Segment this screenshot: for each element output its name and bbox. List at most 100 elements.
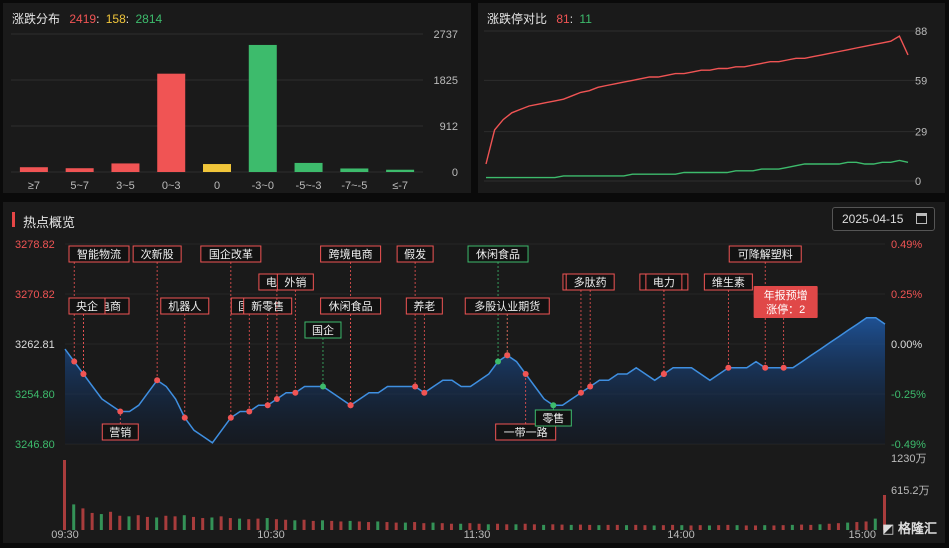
annotation-label: 次新股 (141, 247, 174, 261)
volume-bar (431, 522, 435, 530)
volume-bar (790, 524, 794, 530)
volume-bar (422, 523, 426, 530)
volume-bar (698, 525, 702, 530)
annotation-dot (577, 389, 584, 396)
volume-bar (588, 524, 592, 530)
annotation-dot (80, 371, 87, 378)
annotation-dot (181, 414, 188, 421)
y-right-tick-label: 0.25% (891, 289, 922, 301)
volume-bar (606, 524, 610, 530)
volume-bar (385, 522, 389, 530)
volume-bar (505, 524, 509, 530)
volume-bar (772, 525, 776, 530)
x-tick-label: 5~7 (70, 180, 89, 192)
annotation-dot (227, 414, 234, 421)
y-left-tick-label: 3246.80 (15, 439, 55, 451)
annotation-label: 营销 (109, 425, 131, 439)
annotation-label: 国企 (312, 323, 334, 337)
annotation-badge-count: 涨停：2 (766, 302, 805, 316)
annotation-label: 维生素 (712, 275, 745, 289)
date-text: 2025-04-15 (842, 212, 904, 226)
annotation-label: 国企改革 (209, 247, 253, 261)
volume-bar (836, 523, 840, 530)
volume-bar (210, 517, 214, 530)
y-tick-label: 59 (915, 75, 927, 87)
x-tick-label: -7~-5 (341, 180, 367, 192)
volume-bar (818, 524, 822, 530)
y-tick-label: 0 (915, 176, 921, 188)
flat-count: 158 (105, 12, 126, 26)
volume-bar (99, 514, 103, 530)
y-right-tick-label: 0.49% (891, 239, 922, 251)
volume-bar (449, 523, 453, 530)
calendar-icon[interactable] (916, 213, 927, 224)
annotation-label: 可降解塑料 (738, 247, 793, 261)
intraday-chart: 3278.82 0.49% 3270.82 0.25% 3262.81 0.00% 3254… (15, 239, 930, 541)
x-tick-label: 0 (214, 180, 220, 192)
volume-bar (109, 511, 113, 530)
volume-bar (744, 525, 748, 530)
bar (203, 164, 231, 172)
annotation-badge-label: 年报预增 (764, 288, 808, 302)
bar (294, 162, 323, 172)
volume-bar (302, 519, 306, 530)
volume-bar (63, 460, 66, 530)
volume-bar (717, 525, 721, 530)
y-right-tick-label: 0.00% (891, 339, 922, 351)
distribution-bar-chart: 2737 1825 912 0 ≥7 5~7 3~5 0~3 0 -3~0 -5~-3 -7~-5 ≤-… (11, 29, 458, 192)
hot-overview-panel: 热点概览 2025-04-15 3278.82 0.49% 3270.82 0.25%… (3, 202, 945, 543)
limit-ratio-line-chart: 88 59 29 0 (484, 26, 927, 188)
volume-bar (90, 512, 94, 530)
volume-bar (72, 504, 76, 530)
x-tick-label: -3~0 (252, 180, 274, 192)
volume-bar (311, 520, 315, 530)
volume-bar (523, 523, 527, 530)
annotation-label: 多股认业期货 (474, 299, 540, 313)
volume-bar (394, 522, 398, 530)
y-left-tick-label: 3278.82 (15, 239, 55, 251)
annotation-label: 休闲食品 (476, 247, 520, 261)
limit-ratio-title-text: 涨跌停对比 (487, 12, 548, 26)
volume-bar (136, 515, 140, 530)
volume-bar (597, 525, 601, 530)
volume-bar (569, 524, 573, 530)
volume-bar (735, 525, 739, 530)
volume-bar (219, 516, 223, 530)
x-tick-label: ≤-7 (392, 180, 408, 192)
annotation-dot (264, 402, 271, 409)
up-count: 2419 (69, 12, 97, 26)
annotation-dot (495, 358, 502, 365)
volume-bar (707, 525, 711, 530)
annotation-dot (780, 364, 787, 371)
annotation-label: 智能物流 (77, 247, 121, 261)
y-tick-label: 88 (915, 26, 927, 38)
annotation-dot (504, 352, 511, 359)
bar (19, 167, 48, 172)
volume-bar (238, 518, 242, 530)
x-tick-label: 09:30 (51, 529, 79, 541)
date-picker[interactable]: 2025-04-15 (832, 207, 935, 231)
volume-bar (661, 525, 665, 530)
bar (157, 73, 186, 172)
volume-bar (357, 521, 361, 530)
x-tick-label: 15:00 (848, 529, 876, 541)
annotation-dot (319, 383, 326, 390)
volume-bar (754, 525, 758, 530)
series-line (486, 159, 909, 179)
annotation-dot (550, 402, 557, 409)
annotation-dot (347, 402, 354, 409)
annotation-dot (154, 377, 161, 384)
volume-bar (81, 508, 85, 530)
annotation-label: 机器人 (168, 299, 201, 313)
volume-tick-label: 615.2万 (891, 485, 930, 497)
bar (111, 163, 140, 172)
x-tick-label: 14:00 (667, 529, 695, 541)
y-left-tick-label: 3254.80 (15, 389, 55, 401)
volume-tick-label: 1230万 (891, 453, 926, 465)
annotation-dot (522, 371, 529, 378)
volume-bar (763, 525, 767, 530)
x-tick-label: 10:30 (257, 529, 285, 541)
distribution-title: 涨跌分布 2419: 158: 2814 (12, 12, 163, 26)
volume-bar (625, 525, 629, 530)
bar (340, 168, 369, 172)
